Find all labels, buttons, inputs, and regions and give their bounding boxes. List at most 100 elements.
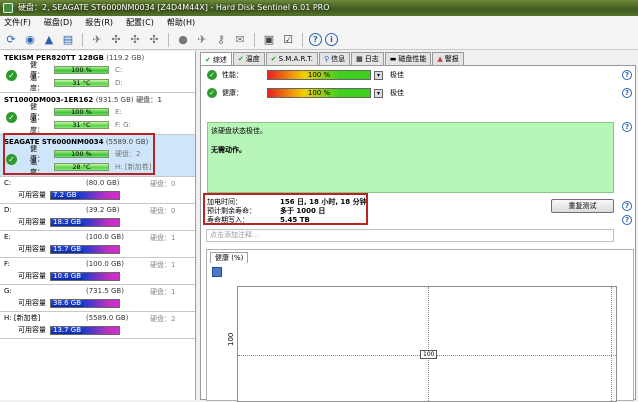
disk-item[interactable]: ST1000DM003-1ER162 (931.5 GB) 硬盘：1 ✓ 健康：… — [0, 93, 195, 135]
data-point-label: 100 — [420, 350, 438, 359]
free-space-row: 可用容量 7.2 GB — [18, 190, 120, 200]
free-space-value: 38.6 GB — [51, 298, 84, 307]
volume-size: (100.0 GB) — [86, 233, 124, 241]
volume-size: (731.5 GB) — [86, 287, 124, 295]
help-icon[interactable]: ? — [622, 215, 632, 225]
expand-button[interactable]: ▾ — [374, 88, 383, 98]
toolbar-separator — [302, 32, 303, 47]
help-icon[interactable]: ? — [622, 201, 632, 211]
disk-name: TEKISM PER820TT 128GB — [4, 54, 104, 62]
volume-item[interactable]: C: (80.0 GB) 硬盘：0 可用容量 7.2 GB — [0, 177, 195, 204]
free-space-row: 可用容量 18.3 GB — [18, 217, 120, 227]
free-space-row: 可用容量 15.7 GB — [18, 244, 120, 254]
menu-file[interactable]: 文件(F) — [4, 16, 31, 30]
overview-panel: ✓ 性能： 100 % ▾ 极佳 ? ✓ 健康： 100 % ▾ 极佳 ? 该硬… — [200, 65, 636, 402]
free-space-label: 可用容量 — [18, 326, 46, 334]
tab-log[interactable]: ▦ 日志 — [351, 52, 384, 65]
title-bar: 硬盘：2, SEAGATE ST6000NM0034 [Z4D4M44X] - … — [0, 0, 638, 16]
performance-row: ✓ 性能： 100 % ▾ 极佳 — [207, 70, 404, 80]
info-icon[interactable]: i — [325, 33, 338, 46]
toolbar-separator — [168, 32, 169, 47]
highlight-box — [203, 193, 368, 225]
volume-item[interactable]: D: (39.2 GB) 硬盘：0 可用容量 18.3 GB — [0, 204, 195, 231]
free-space-bar: 13.7 GB — [50, 325, 120, 335]
used-space-fill — [83, 245, 119, 253]
details-panel: ✔ 综述 ✔ 温度 ✔ S.M.A.R.T. ⚲ 信息 ▦ 日志 ▬ 磁盘性能 ▲ 警报 ✓ … — [197, 51, 638, 402]
help-icon[interactable]: ? — [622, 70, 632, 80]
free-space-label: 可用容量 — [18, 191, 46, 199]
free-space-row: 可用容量 38.6 GB — [18, 298, 120, 308]
refresh-icon[interactable]: ⟳ — [3, 32, 19, 48]
disk-name: ST1000DM003-1ER162 — [4, 96, 94, 104]
tab-health-chart[interactable]: 健康 (%) — [210, 252, 249, 263]
comment-input[interactable]: 点击添加注释... — [206, 229, 614, 242]
disk-check-icon[interactable]: ◉ — [22, 32, 38, 48]
help-icon[interactable]: ? — [622, 88, 632, 98]
key-icon[interactable]: ⚷ — [213, 32, 229, 48]
retest-button[interactable]: 重复测试 — [551, 199, 614, 213]
tab-overview[interactable]: ✔ 综述 — [200, 52, 232, 66]
drive-letter: F: G: — [115, 121, 131, 129]
tab-alerts[interactable]: ▲ 警报 — [432, 52, 464, 65]
volume-disk: 硬盘：2 — [150, 315, 176, 323]
transfer-icon[interactable]: ✣ — [146, 32, 162, 48]
alert-icon: ▲ — [437, 55, 443, 63]
highlight-box — [3, 133, 155, 175]
menu-report[interactable]: 报告(R) — [85, 16, 113, 30]
y-axis-label: 100 — [227, 332, 235, 346]
volume-size: (5589.0 GB) — [86, 314, 129, 322]
volume-disk: 硬盘：1 — [150, 288, 176, 296]
menu-help[interactable]: 帮助(H) — [167, 16, 195, 30]
free-space-value: 18.3 GB — [51, 217, 84, 226]
volume-list: C: (80.0 GB) 硬盘：0 可用容量 7.2 GB D: (39.2 GB) 硬盘：0… — [0, 177, 195, 339]
free-space-bar: 10.6 GB — [50, 271, 120, 281]
satellite-icon[interactable]: ✣ — [108, 32, 124, 48]
volume-item[interactable]: E: (100.0 GB) 硬盘：1 可用容量 15.7 GB — [0, 231, 195, 258]
tab-info[interactable]: ⚲ 信息 — [318, 52, 351, 65]
expand-button[interactable]: ▾ — [374, 70, 383, 80]
plane-icon[interactable]: ✈ — [194, 32, 210, 48]
health-text: 极佳 — [390, 89, 404, 97]
toolbar: ⟳ ◉ ▲ ▤ ✈ ✣ ✣ ✣ ● ✈ ⚷ ✉ ▣ ☑ ? i — [0, 30, 638, 50]
magnifier-icon: ⚲ — [323, 55, 330, 63]
menu-disk[interactable]: 磁盘(D) — [44, 16, 72, 30]
drive-letter: E: — [115, 108, 122, 116]
health-bar: 100 % — [54, 66, 109, 74]
monitor-icon[interactable]: ▣ — [261, 32, 277, 48]
tab-temperature[interactable]: ✔ 温度 — [232, 52, 265, 65]
help-icon[interactable]: ? — [309, 33, 322, 46]
save-icon[interactable] — [212, 267, 222, 277]
checkbox-icon[interactable]: ☑ — [280, 32, 296, 48]
health-row: ✓ 健康： 100 % ▾ 极佳 — [207, 88, 404, 98]
disk-index: 硬盘：1 — [136, 96, 162, 104]
toolbar-separator — [254, 32, 255, 47]
disk-item[interactable]: TEKISM PER820TT 128GB (119.2 GB) ✓ 健康： 10… — [0, 51, 195, 93]
alert-icon[interactable]: ✉ — [232, 32, 248, 48]
disk-health-icon[interactable]: ▲ — [41, 32, 57, 48]
volume-item[interactable]: F: (100.0 GB) 硬盘：1 可用容量 10.6 GB — [0, 258, 195, 285]
free-space-label: 可用容量 — [18, 299, 46, 307]
send-icon[interactable]: ✈ — [89, 32, 105, 48]
grid-line — [611, 287, 612, 401]
disk-icon: ▬ — [389, 55, 397, 63]
tab-performance[interactable]: ▬ 磁盘性能 — [384, 52, 432, 65]
used-space-fill — [83, 218, 119, 226]
volume-item[interactable]: H: [新加卷] (5589.0 GB) 硬盘：2 可用容量 13.7 GB — [0, 312, 195, 339]
shield-icon[interactable]: ● — [175, 32, 191, 48]
menu-config[interactable]: 配置(C) — [126, 16, 154, 30]
used-space-fill — [83, 299, 119, 307]
network-icon[interactable]: ✣ — [127, 32, 143, 48]
volume-item[interactable]: G: (731.5 GB) 硬盘：1 可用容量 38.6 GB — [0, 285, 195, 312]
volume-disk: 硬盘：0 — [150, 207, 176, 215]
report-icon[interactable]: ▤ — [60, 32, 76, 48]
tab-smart[interactable]: ✔ S.M.A.R.T. — [265, 52, 318, 65]
free-space-row: 可用容量 10.6 GB — [18, 271, 120, 281]
volume-disk: 硬盘：1 — [150, 261, 176, 269]
status-line-2: 无需动作。 — [211, 146, 246, 154]
help-icon[interactable]: ? — [622, 122, 632, 132]
volume-disk: 硬盘：1 — [150, 234, 176, 242]
menu-bar: 文件(F) 磁盘(D) 报告(R) 配置(C) 帮助(H) — [0, 16, 638, 30]
disk-size: (119.2 GB) — [106, 54, 145, 62]
temp-row: 温度： 31 °C F: G: — [30, 116, 131, 134]
chart-panel: 健康 (%) 100 100 — [206, 249, 634, 402]
